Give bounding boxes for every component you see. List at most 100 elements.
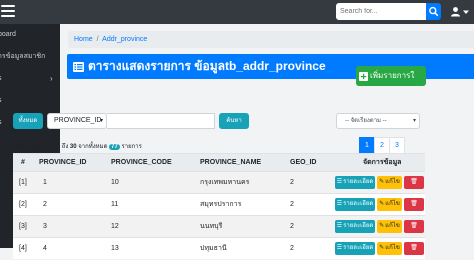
edit-label: แก้ไข	[385, 179, 400, 185]
breadcrumb-current-link[interactable]: Addr_province	[102, 36, 147, 43]
edit-icon: ✎	[379, 179, 385, 185]
row-actions: ☰ รายละเอียด ✎ แก้ไข 🗑	[335, 220, 424, 233]
page-title: ตารางแสดงรายการ ข้อมูลtb_addr_province	[88, 59, 326, 73]
breadcrumb: Home / Addr_province	[68, 31, 474, 48]
province-id-cell: 4	[43, 245, 47, 252]
trash-icon: 🗑	[410, 245, 418, 251]
add-record-button[interactable]: เพิ่มรายการใ	[356, 66, 426, 86]
delete-button[interactable]: 🗑	[404, 242, 424, 255]
province-code-cell: 11	[111, 201, 119, 208]
user-icon	[451, 7, 460, 17]
row-actions: ☰ รายละเอียด ✎ แก้ไข 🗑	[335, 198, 424, 211]
search-button[interactable]	[426, 3, 441, 20]
search-icon	[429, 6, 439, 17]
province-code-cell: 13	[111, 245, 119, 252]
search-input[interactable]	[336, 3, 426, 20]
summary-of-label: จากทั้งหมด	[78, 144, 108, 150]
add-record-label: เพิ่มรายการใ	[370, 71, 415, 80]
row-number: [1]	[19, 179, 27, 186]
row-actions: ☰ รายละเอียด ✎ แก้ไข 🗑	[335, 242, 424, 255]
trash-icon: 🗑	[410, 201, 418, 207]
chevron-right-icon: ›	[50, 74, 53, 83]
column-header: PROVINCE_CODE	[111, 159, 172, 166]
geo-id-cell: 2	[290, 179, 294, 186]
province-name-cell: ปทุมธานี	[200, 245, 227, 252]
pagination: 1 2 3	[359, 137, 405, 154]
geo-id-cell: 2	[290, 245, 294, 252]
page-1-link[interactable]: 1	[359, 137, 375, 154]
search-field-value: PROVINCE_ID	[54, 117, 102, 124]
edit-button[interactable]: ✎ แก้ไข	[377, 198, 402, 211]
province-name-cell: กรุงเทพมหานคร	[200, 179, 250, 186]
column-header: #	[21, 159, 25, 166]
breadcrumb-separator: /	[96, 36, 99, 43]
sidebar-item-label: s	[0, 112, 2, 134]
detail-button[interactable]: ☰ รายละเอียด	[335, 176, 375, 189]
sort-select-value: -- จัดเรียงตาม --	[345, 118, 387, 124]
detail-label: รายละเอียด	[343, 201, 374, 207]
filter-search-button[interactable]: ค้นหา	[219, 113, 249, 129]
edit-label: แก้ไข	[385, 245, 400, 251]
sidebar-item-4[interactable]: s	[0, 90, 60, 112]
keyword-input[interactable]	[107, 113, 215, 129]
sidebar-item-label: s	[0, 90, 2, 112]
top-navbar	[0, 0, 474, 24]
summary-from: 1	[55, 144, 59, 150]
detail-label: รายละเอียด	[343, 223, 374, 229]
plus-square-icon	[359, 71, 368, 81]
table-header-row: # PROVINCE_ID PROVINCE_CODE PROVINCE_NAM…	[13, 153, 425, 171]
list-icon	[73, 61, 84, 72]
delete-button[interactable]: 🗑	[404, 176, 424, 189]
sidebar-item-label: ารข้อมูลสมาชิก	[0, 53, 46, 60]
row-actions: ☰ รายละเอียด ✎ แก้ไข 🗑	[335, 176, 424, 189]
sidebar-item-label: board	[0, 31, 16, 38]
list-icon: ☰	[336, 179, 343, 185]
column-header: จัดการข้อมูล	[363, 159, 402, 166]
sidebar-item-label: s	[0, 68, 2, 90]
province-id-cell: 2	[43, 201, 47, 208]
summary-to-label: ถึง	[61, 144, 69, 150]
column-header: PROVINCE_ID	[39, 159, 87, 166]
caret-down-icon	[463, 10, 469, 14]
delete-button[interactable]: 🗑	[404, 198, 424, 211]
page-2-link[interactable]: 2	[374, 137, 390, 154]
table-row: [3] 3 12 นนทบุรี 2 ☰ รายละเอียด ✎ แก้ไข 🗑	[13, 215, 425, 237]
row-number: [4]	[19, 245, 27, 252]
edit-icon: ✎	[379, 201, 385, 207]
province-id-cell: 3	[43, 223, 47, 230]
search-field-select[interactable]: PROVINCE_ID ▾	[47, 113, 107, 129]
province-name-cell: นนทบุรี	[200, 223, 223, 230]
edit-button[interactable]: ✎ แก้ไข	[377, 242, 402, 255]
geo-id-cell: 2	[290, 223, 294, 230]
column-header: PROVINCE_NAME	[200, 159, 262, 166]
summary-prefix: แสดงรายการที่	[13, 144, 52, 150]
user-menu[interactable]	[450, 6, 469, 17]
province-id-cell: 1	[43, 179, 47, 186]
sort-select[interactable]: -- จัดเรียงตาม -- ▾	[336, 113, 420, 129]
sidebar-toggle-icon[interactable]	[1, 2, 17, 20]
detail-button[interactable]: ☰ รายละเอียด	[335, 242, 375, 255]
table-row: [4] 4 13 ปทุมธานี 2 ☰ รายละเอียด ✎ แก้ไข 🗑	[13, 237, 425, 259]
edit-label: แก้ไข	[385, 201, 400, 207]
sidebar-item-dashboard[interactable]: board	[0, 24, 60, 46]
edit-icon: ✎	[379, 223, 385, 229]
filter-all-button[interactable]: ทั้งหมด	[13, 113, 43, 129]
detail-button[interactable]: ☰ รายละเอียด	[335, 198, 375, 211]
page-3-link[interactable]: 3	[389, 137, 405, 154]
sidebar-item-group[interactable]: s ›	[0, 68, 60, 90]
table-row: [1] 1 10 กรุงเทพมหานคร 2 ☰ รายละเอียด ✎ แก…	[13, 171, 425, 193]
breadcrumb-home-link[interactable]: Home	[74, 36, 93, 43]
summary-suffix: รายการ	[121, 144, 142, 150]
edit-button[interactable]: ✎ แก้ไข	[377, 176, 402, 189]
province-code-cell: 12	[111, 223, 119, 230]
delete-button[interactable]: 🗑	[404, 220, 424, 233]
list-icon: ☰	[336, 201, 343, 207]
chevron-down-icon: ▾	[99, 118, 103, 124]
column-header: GEO_ID	[290, 159, 317, 166]
summary-total-badge: 77	[109, 144, 120, 150]
sidebar-item-members[interactable]: ารข้อมูลสมาชิก	[0, 46, 60, 68]
detail-button[interactable]: ☰ รายละเอียด	[335, 220, 375, 233]
detail-label: รายละเอียด	[343, 179, 374, 185]
edit-button[interactable]: ✎ แก้ไข	[377, 220, 402, 233]
edit-label: แก้ไข	[385, 223, 400, 229]
